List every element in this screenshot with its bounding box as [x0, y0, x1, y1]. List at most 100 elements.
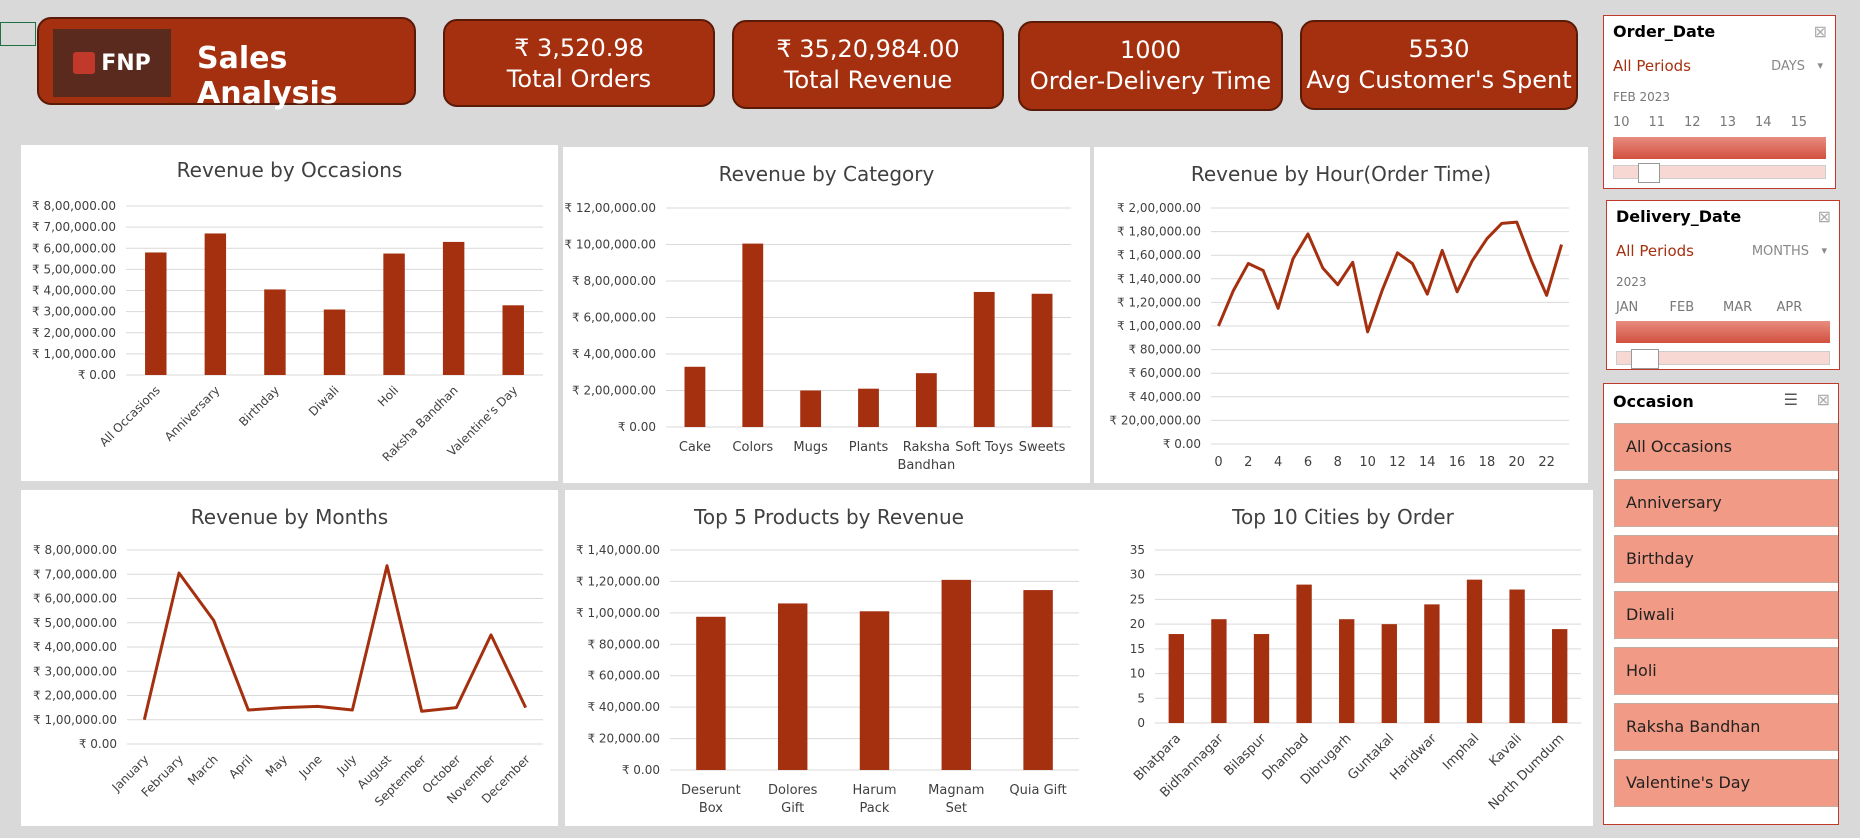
- y-tick-label: ₹ 60,000.00: [1128, 366, 1201, 380]
- y-tick-label: ₹ 0.00: [79, 737, 117, 751]
- slicer-title: Delivery_Date: [1616, 207, 1742, 226]
- bar: [323, 309, 346, 375]
- y-tick-label: ₹ 8,00,000.00: [572, 274, 656, 288]
- slicer-item[interactable]: Valentine's Day: [1614, 759, 1838, 807]
- bar: [383, 253, 405, 375]
- bar: [973, 291, 995, 427]
- y-tick-label: ₹ 1,00,000.00: [33, 713, 117, 727]
- slicer-item[interactable]: Diwali: [1614, 591, 1838, 639]
- x-tick-label: March: [185, 752, 221, 788]
- slicer-item[interactable]: Anniversary: [1614, 479, 1838, 527]
- period-selector[interactable]: All Periods: [1616, 242, 1694, 260]
- kpi-label: Order-Delivery Time: [1029, 67, 1272, 95]
- y-tick-label: ₹ 2,00,000.00: [33, 689, 117, 703]
- slicer-item[interactable]: Raksha Bandhan: [1614, 703, 1838, 751]
- chart-revenue-by-months: Revenue by Months ₹ 0.00 ₹ 1,00,000.00 ₹ 2…: [21, 490, 558, 826]
- slicer-item[interactable]: All Occasions: [1614, 423, 1838, 471]
- timeline-ticks: 10 11 12 13 14 15: [1613, 115, 1826, 130]
- tick: 10: [1613, 115, 1630, 130]
- x-tick-label: Dolores Gift: [768, 783, 818, 816]
- time-level-dropdown[interactable]: MONTHS: [1752, 244, 1809, 259]
- x-tick-label: 4: [1274, 455, 1282, 470]
- scroll-thumb[interactable]: [1631, 349, 1659, 369]
- x-tick-label: Quia Gift: [1009, 783, 1066, 798]
- y-tick-label: 20: [1130, 617, 1145, 631]
- fnp-logo: FNP: [53, 29, 171, 97]
- bar: [684, 366, 706, 427]
- y-tick-label: 10: [1130, 667, 1145, 681]
- clear-filter-icon[interactable]: ⊠: [1818, 207, 1831, 227]
- y-tick-label: ₹ 7,00,000.00: [33, 567, 117, 581]
- tick: 14: [1755, 115, 1772, 130]
- chevron-down-icon[interactable]: ▾: [1817, 59, 1823, 72]
- chart-svg: ₹ 0.00 ₹ 2,00,000.00 ₹ 4,00,000.00 ₹ 6,00,0…: [564, 201, 1071, 473]
- kpi-label: Total Orders: [506, 65, 652, 93]
- timeline-year-label: FEB 2023: [1613, 90, 1671, 104]
- slicer-item[interactable]: Holi: [1614, 647, 1838, 695]
- bar: [145, 252, 167, 375]
- slicer-occasion[interactable]: Occasion ☰ ⊠ All Occasions Anniversary B…: [1603, 383, 1839, 825]
- tick: APR: [1776, 300, 1803, 315]
- clear-filter-icon[interactable]: ⊠: [1817, 390, 1830, 410]
- dashboard-title: Sales Analysis: [197, 41, 338, 111]
- chart-revenue-by-category: Revenue by Category ₹ 0.00 ₹ 2,00,000.00 ₹…: [563, 147, 1090, 483]
- bar: [204, 233, 227, 375]
- title-card: FNP Sales Analysis: [37, 17, 416, 111]
- slicer-delivery-date[interactable]: Delivery_Date ⊠ All Periods MONTHS ▾ 202…: [1606, 200, 1840, 370]
- y-tick-label: ₹ 1,80,000.00: [1117, 225, 1201, 239]
- y-tick-label: ₹ 20,00,000.00: [1109, 413, 1201, 427]
- x-tick-label: 22: [1538, 455, 1555, 470]
- y-tick-label: ₹ 20,000.00: [587, 732, 660, 746]
- kpi-label: Avg Customer's Spent: [1306, 66, 1572, 94]
- chart-svg: ₹ 0.00 ₹ 1,00,000.00 ₹ 2,00,000.00 ₹ 3,00,0…: [32, 199, 543, 464]
- y-tick-label: ₹ 1,20,000.00: [576, 574, 660, 588]
- bar: [1031, 293, 1053, 427]
- x-tick-label: June: [296, 752, 325, 781]
- selected-cell[interactable]: [0, 22, 36, 46]
- scroll-thumb[interactable]: [1638, 163, 1660, 183]
- chevron-down-icon[interactable]: ▾: [1821, 244, 1827, 257]
- tick: 11: [1648, 115, 1666, 130]
- y-tick-label: 35: [1130, 543, 1145, 557]
- x-tick-label: North Dumdum: [1486, 731, 1568, 813]
- y-tick-label: 30: [1130, 568, 1145, 582]
- y-tick-label: ₹ 4,00,000.00: [32, 284, 116, 298]
- y-tick-label: ₹ 1,60,000.00: [1117, 248, 1201, 262]
- x-tick-label: 0: [1214, 455, 1222, 470]
- y-tick-label: ₹ 2,00,000.00: [32, 326, 116, 340]
- bar: [1168, 634, 1184, 723]
- tick: JAN: [1616, 300, 1639, 315]
- slicer-order-date[interactable]: Order_Date ⊠ All Periods DAYS ▾ FEB 2023…: [1603, 15, 1836, 189]
- timeline-scrollbar[interactable]: [1616, 349, 1830, 369]
- multi-select-icon[interactable]: ☰: [1784, 390, 1798, 410]
- x-tick-label: Kavali: [1487, 731, 1525, 769]
- x-tick-label: Cake: [679, 440, 711, 455]
- timeline-bar[interactable]: [1613, 137, 1826, 159]
- x-tick-label: 8: [1334, 455, 1342, 470]
- y-tick-label: ₹ 8,00,000.00: [33, 543, 117, 557]
- clear-filter-icon[interactable]: ⊠: [1814, 22, 1827, 42]
- slicer-item[interactable]: Birthday: [1614, 535, 1838, 583]
- bar: [1466, 579, 1483, 723]
- time-level-dropdown[interactable]: DAYS: [1771, 59, 1805, 74]
- y-tick-label: ₹ 1,40,000.00: [1117, 272, 1201, 286]
- y-tick-label: ₹ 10,00,000.00: [564, 238, 656, 252]
- x-tick-label: 18: [1479, 455, 1496, 470]
- timeline-scrollbar[interactable]: [1613, 163, 1826, 183]
- x-tick-label: Soft Toys: [955, 440, 1013, 455]
- bar: [1509, 589, 1525, 723]
- x-tick-label: 16: [1449, 455, 1466, 470]
- kpi-value: ₹ 35,20,984.00: [776, 35, 960, 63]
- x-tick-label: April: [226, 752, 255, 781]
- chart-revenue-by-hour: Revenue by Hour(Order Time) ₹ 0.00 ₹ 20,0…: [1094, 147, 1588, 483]
- x-tick-label: Raksha Bandhan: [897, 440, 955, 473]
- y-tick-label: ₹ 7,00,000.00: [32, 220, 116, 234]
- slicer-title: Order_Date: [1613, 22, 1716, 41]
- bar: [742, 243, 764, 427]
- timeline-bar[interactable]: [1616, 321, 1830, 343]
- chart-revenue-by-occasions: Revenue by Occasions ₹ 0.00 ₹ 1,00,000.00…: [21, 145, 558, 481]
- x-tick-label: Mugs: [793, 440, 828, 455]
- period-selector[interactable]: All Periods: [1613, 57, 1691, 75]
- kpi-value: ₹ 3,520.98: [514, 34, 644, 62]
- series-line: [142, 564, 528, 721]
